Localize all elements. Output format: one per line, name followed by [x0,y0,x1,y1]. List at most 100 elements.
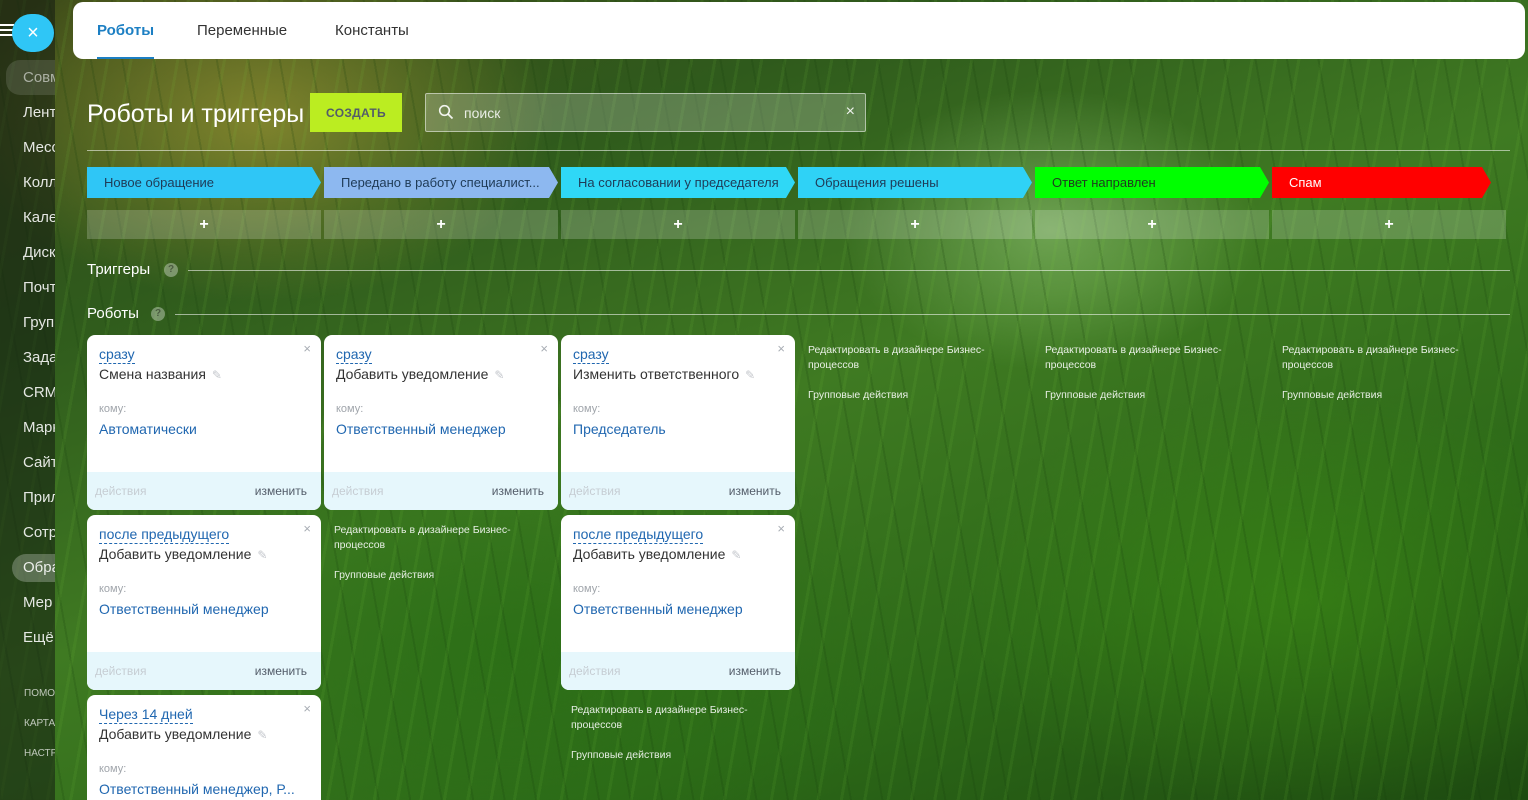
robot-condition[interactable]: сразу [336,346,372,364]
robot-edit-link[interactable]: изменить [729,664,781,678]
robot-condition[interactable]: сразу [573,346,609,364]
pencil-icon[interactable]: ✎ [212,368,222,382]
close-icon[interactable]: × [303,521,311,536]
stage-add-button[interactable]: + [798,210,1032,239]
robot-card-footer: действия изменить [87,652,321,690]
pencil-icon[interactable]: ✎ [745,368,755,382]
stage-new[interactable]: Новое обращение [87,167,321,198]
robot-title: Добавить уведомление ✎ [573,546,741,562]
pencil-icon[interactable]: ✎ [257,728,267,742]
sidebar-item-more[interactable]: Ещё [0,620,55,655]
page-title: Роботы и триггеры [87,100,305,128]
close-icon[interactable]: × [777,341,785,356]
robot-card[interactable]: × сразу Изменить ответственного ✎ кому: П… [561,335,795,510]
robot-edit-link[interactable]: изменить [729,484,781,498]
close-icon[interactable]: × [777,521,785,536]
triggers-divider [188,270,1510,271]
robot-title-text: Добавить уведомление [99,726,252,742]
sidebar-help[interactable]: ПОМО [24,688,55,699]
sidebar-item-mail[interactable]: Почт [0,270,55,305]
pencil-icon[interactable]: ✎ [257,548,267,562]
sidebar-settings[interactable]: НАСТР [24,748,55,759]
robot-title-text: Смена названия [99,366,206,382]
stage-resolved[interactable]: Обращения решены [798,167,1032,198]
robot-title: Смена названия ✎ [99,366,222,382]
sidebar-item-employees[interactable]: Сотр [0,515,55,550]
robot-condition[interactable]: после предыдущего [573,526,704,544]
stage-spam[interactable]: Спам [1272,167,1491,198]
search-clear-icon[interactable]: × [846,103,855,121]
robot-card[interactable]: × после предыдущего Добавить уведомление… [561,515,795,690]
robot-card-footer: действия изменить [561,472,795,510]
edit-in-bp-designer-link[interactable]: Редактировать в дизайнере Бизнес-процесс… [571,703,771,733]
pencil-icon[interactable]: ✎ [494,368,504,382]
stage-add-button[interactable]: + [1035,210,1269,239]
robot-to-value: Председатель [573,421,666,437]
sidebar-item-colleagues[interactable]: Колл [0,165,55,200]
stage-answered[interactable]: Ответ направлен [1035,167,1269,198]
sidebar-item-sovm[interactable]: Совм [6,60,55,95]
sidebar-item-requests[interactable]: Обра [12,554,55,582]
sidebar-item-tasks[interactable]: Зада [0,340,55,375]
help-icon[interactable]: ? [151,307,165,321]
sidebar-item-lenta[interactable]: Лент [0,95,55,130]
robot-to-label: кому: [573,583,601,595]
edit-in-bp-designer-link[interactable]: Редактировать в дизайнере Бизнес-процесс… [1045,343,1245,373]
sidebar-item-messenger[interactable]: Месс [0,130,55,165]
robot-to-value: Ответственный менеджер [573,601,743,617]
tab-robots[interactable]: Роботы [97,2,155,59]
robot-card[interactable]: × после предыдущего Добавить уведомление… [87,515,321,690]
robot-actions-label: действия [569,484,621,498]
robot-card-footer: действия изменить [561,652,795,690]
robot-condition[interactable]: Через 14 дней [99,706,193,724]
edit-in-bp-designer-link[interactable]: Редактировать в дизайнере Бизнес-процесс… [1282,343,1482,373]
sidebar-item-disk[interactable]: Диск [0,235,55,270]
stage-add-button[interactable]: + [324,210,558,239]
pencil-icon[interactable]: ✎ [731,548,741,562]
edit-in-bp-designer-link[interactable]: Редактировать в дизайнере Бизнес-процесс… [808,343,1008,373]
search-box: × [425,93,866,132]
close-icon[interactable]: × [303,341,311,356]
sidebar-map[interactable]: КАРТА [24,718,55,729]
group-actions-link[interactable]: Групповые действия [1282,389,1382,401]
sidebar-item-crm[interactable]: CRM [0,375,55,410]
stage-add-button[interactable]: + [1272,210,1506,239]
group-actions-link[interactable]: Групповые действия [1045,389,1145,401]
edit-in-bp-designer-link[interactable]: Редактировать в дизайнере Бизнес-процесс… [334,523,534,553]
robot-edit-link[interactable]: изменить [255,664,307,678]
robot-edit-link[interactable]: изменить [255,484,307,498]
close-icon[interactable]: × [303,701,311,716]
stage-transferred[interactable]: Передано в работу специалист... [324,167,558,198]
robot-edit-link[interactable]: изменить [492,484,544,498]
stage-add-button[interactable]: + [87,210,321,239]
sidebar-item-events[interactable]: Мер [0,585,55,620]
sidebar-item-marketing[interactable]: Марк [0,410,55,445]
sidebar-item-calendar[interactable]: Кале [0,200,55,235]
robot-card[interactable]: × сразу Добавить уведомление ✎ кому: Отве… [324,335,558,510]
stage-approval[interactable]: На согласовании у председателя [561,167,795,198]
search-input[interactable] [464,94,824,131]
create-button[interactable]: СОЗДАТЬ [310,93,402,132]
group-actions-link[interactable]: Групповые действия [334,569,434,581]
left-sidebar: × Совм Лент Месс Колл Кале Диск Почт Гру… [0,0,55,800]
sidebar-item-sites[interactable]: Сайт [0,445,55,480]
robot-condition[interactable]: сразу [99,346,135,364]
close-icon[interactable]: × [540,341,548,356]
sidebar-item-groups[interactable]: Груп [0,305,55,340]
tab-constants[interactable]: Константы [335,2,409,59]
group-actions-link[interactable]: Групповые действия [808,389,908,401]
robots-divider [175,314,1510,315]
robots-label: Роботы [87,305,139,322]
group-actions-link[interactable]: Групповые действия [571,749,671,761]
robot-title-text: Изменить ответственного [573,366,740,382]
close-sidebar-button[interactable]: × [12,14,54,52]
help-icon[interactable]: ? [164,263,178,277]
robot-card-footer: действия изменить [324,472,558,510]
robot-actions-label: действия [95,484,147,498]
sidebar-item-apps[interactable]: Прил [0,480,55,515]
robot-condition[interactable]: после предыдущего [99,526,230,544]
robot-card[interactable]: × Через 14 дней Добавить уведомление ✎ ко… [87,695,321,800]
tab-variables[interactable]: Переменные [197,2,287,59]
robot-card[interactable]: × сразу Смена названия ✎ кому: Автоматиче… [87,335,321,510]
stage-add-button[interactable]: + [561,210,795,239]
